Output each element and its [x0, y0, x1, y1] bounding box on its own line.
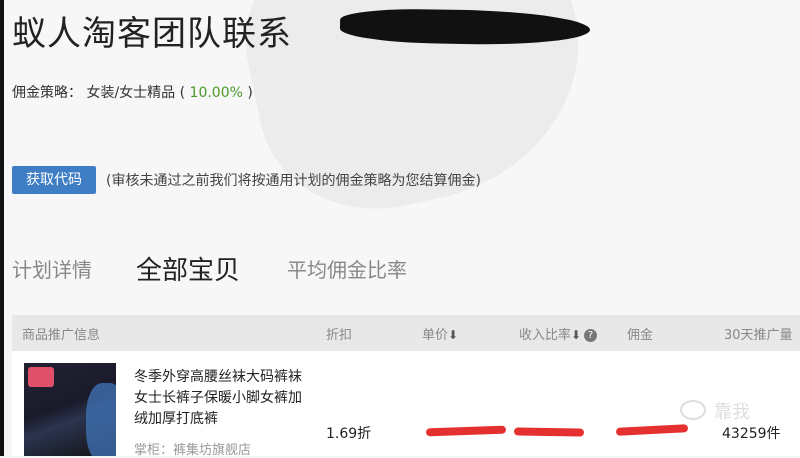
- commission-close-paren: ): [247, 85, 253, 101]
- sort-down-icon: ⬇: [448, 328, 459, 342]
- product-title[interactable]: 冬季外穿高腰丝袜大码裤袜女士长裤子保暖小脚女裤加绒加厚打底裤: [134, 367, 314, 430]
- tab-avg-commission-rate[interactable]: 平均佣金比率: [287, 254, 407, 283]
- product-photo-detail: [86, 383, 116, 456]
- shop-name[interactable]: 掌柜：裤集坊旗舰店: [134, 439, 251, 458]
- table-header: 商品推广信息 折扣 单价⬇ 收入比率⬇? 佣金 30天推广量: [12, 315, 800, 351]
- redacted-price: [425, 425, 507, 437]
- sticker-decoration: [28, 367, 54, 387]
- wechat-icon: [680, 400, 706, 420]
- header-product-info: 商品推广信息: [22, 328, 101, 343]
- tab-all-items[interactable]: 全部宝贝: [136, 250, 240, 287]
- header-commission: 佣金: [627, 328, 654, 343]
- get-code-button[interactable]: 获取代码: [12, 166, 96, 194]
- commission-open-paren: (: [179, 85, 186, 101]
- product-image[interactable]: [24, 363, 116, 456]
- header-unit-price[interactable]: 单价⬇: [422, 324, 458, 343]
- watermark: 靠我: [680, 398, 750, 424]
- header-unit-price-label: 单价: [422, 328, 449, 343]
- review-note: (审核未通过之前我们将按通用计划的佣金策略为您结算佣金): [106, 173, 481, 189]
- commission-rate: 10.00%: [189, 85, 243, 101]
- watermark-text: 靠我: [714, 402, 750, 423]
- header-30day-promotions: 30天推广量: [724, 328, 793, 343]
- redacted-commission: [615, 424, 689, 436]
- help-icon[interactable]: ?: [584, 329, 598, 342]
- tab-plan-details[interactable]: 计划详情: [12, 254, 92, 283]
- commission-category: 女装/女士精品: [86, 85, 176, 101]
- header-income-ratio-label: 收入比率: [519, 328, 572, 343]
- sort-down-icon: ⬇: [571, 328, 582, 342]
- discount-value: 1.69折: [326, 426, 372, 442]
- commission-strategy: 佣金策略： 女装/女士精品 ( 10.00% ): [12, 82, 253, 102]
- redacted-income-ratio: [513, 427, 585, 437]
- sales-count: 43259件: [722, 426, 781, 442]
- header-income-ratio[interactable]: 收入比率⬇?: [519, 324, 598, 343]
- left-edge-strip: [0, 0, 4, 456]
- header-discount: 折扣: [326, 328, 353, 343]
- commission-label: 佣金策略：: [12, 85, 82, 101]
- page-title: 蚁人淘客团队联系: [12, 14, 292, 54]
